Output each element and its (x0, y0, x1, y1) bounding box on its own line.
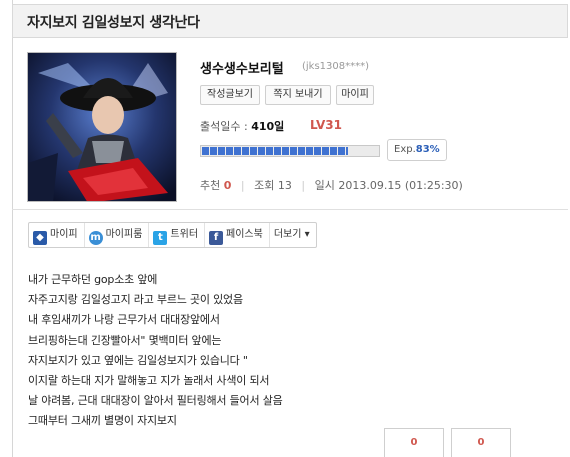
share-toolbar: ◆ 마이피 m 마이피룸 t 트위터 f 페이스북 더보기 ▾ (28, 222, 317, 248)
attendance-value: 410일 (251, 120, 285, 133)
avatar[interactable] (27, 52, 177, 202)
body-line: 자주고지랑 김일성고지 라고 부르느 곳이 있었음 (28, 293, 243, 307)
body-line: 내 후임새끼가 나랑 근무가서 대대장앞에서 (28, 313, 220, 327)
meta-divider: | (240, 179, 245, 192)
mypi-button[interactable]: 마이피 (336, 85, 374, 105)
share-facebook-label: 페이스북 (226, 229, 263, 240)
exp-percent: 83% (415, 144, 440, 155)
date-label: 일시 (314, 179, 335, 192)
recommend-vote-button[interactable]: 0 (384, 428, 444, 457)
body-line: 이지랄 하는대 지가 말해놓고 지가 놀래서 사색이 되서 (28, 374, 270, 388)
attendance-label: 출석일수 : (200, 120, 248, 133)
views-label: 조회 (254, 179, 275, 192)
body-line: 브리핑하는대 긴장빨아서" 몇백미터 앞에는 (28, 333, 222, 347)
share-more-dropdown[interactable]: 더보기 ▾ (270, 223, 316, 247)
send-message-button[interactable]: 쪽지 보내기 (265, 85, 331, 105)
author-user-id: (jks1308****) (302, 61, 370, 72)
exp-progress-fill (202, 147, 349, 155)
share-mypi-label: 마이피 (50, 229, 78, 240)
post-body: 내가 근무하던 gop소초 앞에 자주고지랑 김일성고지 라고 부르느 곳이 있… (28, 270, 283, 432)
share-twitter-label: 트위터 (170, 229, 199, 240)
post-date: 2013.09.15 (01:25:30) (338, 179, 463, 192)
views-count: 13 (277, 179, 292, 192)
meta-divider: | (301, 179, 306, 192)
share-mypiroom[interactable]: m 마이피룸 (85, 223, 150, 247)
facebook-icon: f (209, 231, 224, 245)
twitter-icon: t (153, 231, 168, 245)
recommend-label: 추천 (200, 179, 221, 192)
body-line: 그때부터 그새끼 별명이 자지보지 (28, 414, 177, 428)
exp-label: Exp. (394, 144, 416, 155)
attendance: 출석일수 : 410일 (200, 118, 284, 134)
share-more-label: 더보기 ▾ (273, 229, 310, 240)
oppose-vote-button[interactable]: 0 (451, 428, 511, 457)
mypi-icon: ◆ (33, 231, 47, 245)
level-badge: LV31 (310, 118, 342, 132)
share-facebook[interactable]: f 페이스북 (205, 223, 270, 247)
body-line: 날 야려봄, 근대 대대장이 알아서 필터링해서 들어서 살음 (28, 394, 283, 408)
post-meta: 추천 0 | 조회 13 | 일시 2013.09.15 (01:25:30) (200, 177, 463, 193)
mypiroom-icon: m (88, 231, 103, 245)
recommend-count: 0 (223, 179, 232, 192)
exp-badge: Exp.83% (387, 139, 447, 161)
post-title-bar: 자지보지 김일성보지 생각난다 (12, 4, 568, 38)
oppose-vote-count: 0 (477, 437, 485, 448)
exp-progress-bar (200, 145, 380, 157)
author-profile: 생수생수보리털 (jks1308****) 작성글보기 쪽지 보내기 마이피 출… (12, 38, 568, 210)
share-mypiroom-label: 마이피룸 (105, 229, 143, 240)
body-line: 자지보지가 있고 옆에는 김일성보지가 있습니다 " (28, 353, 248, 367)
body-line: 내가 근무하던 gop소초 앞에 (28, 273, 158, 286)
view-posts-button[interactable]: 작성글보기 (200, 85, 260, 105)
post-title: 자지보지 김일성보지 생각난다 (27, 15, 200, 31)
avatar-image (28, 53, 176, 201)
author-nickname[interactable]: 생수생수보리털 (200, 58, 284, 77)
share-mypi[interactable]: ◆ 마이피 (29, 223, 85, 247)
recommend-vote-count: 0 (410, 437, 418, 448)
share-twitter[interactable]: t 트위터 (149, 223, 206, 247)
